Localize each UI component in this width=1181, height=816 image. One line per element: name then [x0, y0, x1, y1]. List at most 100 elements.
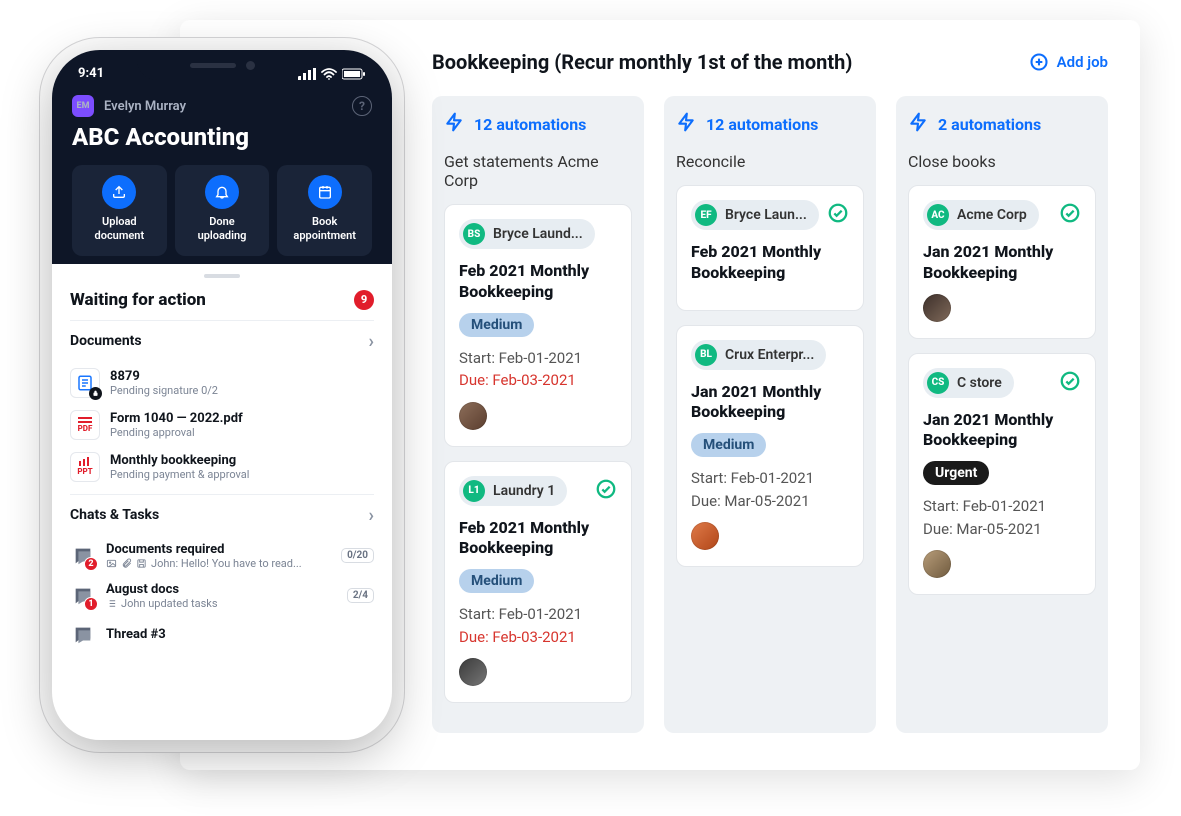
check-circle-icon [1059, 370, 1081, 396]
file-icon [70, 368, 100, 398]
action-bell[interactable]: Doneuploading [175, 165, 270, 256]
client-tag[interactable]: AC Acme Corp [923, 200, 1039, 230]
column-name: Get statements Acme Corp [444, 152, 632, 190]
kanban-column: 12 automations Reconcile EF Bryce Laun..… [664, 96, 876, 733]
client-chip: EF [695, 204, 717, 226]
phone-notch [137, 50, 307, 80]
client-name: C store [957, 375, 1002, 391]
action-upload[interactable]: Uploaddocument [72, 165, 167, 256]
start-date: Start: Feb-01-2021 [459, 603, 617, 626]
job-card[interactable]: BS Bryce Laund... Feb 2021 Monthly Bookk… [444, 204, 632, 447]
help-icon[interactable]: ? [352, 96, 372, 116]
add-job-button[interactable]: Add job [1029, 52, 1108, 72]
chat-title: Documents required [106, 542, 331, 557]
automations-label: 12 automations [474, 115, 586, 134]
phone-frame: 9:41 EM Evelyn Murray ? ABC Accounting U… [52, 50, 392, 740]
image-icon [106, 558, 117, 569]
bolt-icon [444, 112, 464, 136]
client-name: Bryce Laund... [493, 226, 583, 242]
page-title: Bookkeeping (Recur monthly 1st of the mo… [432, 50, 852, 74]
assignee-avatar[interactable] [923, 550, 951, 578]
kanban-column: 12 automations Get statements Acme Corp … [432, 96, 644, 733]
chats-title: Chats & Tasks [70, 507, 159, 523]
priority-badge: Urgent [923, 461, 989, 485]
client-name: Laundry 1 [493, 483, 555, 499]
chats-header[interactable]: Chats & Tasks › [70, 494, 374, 536]
org-title: ABC Accounting [72, 123, 372, 151]
column-name: Reconcile [676, 152, 864, 171]
card-title: Feb 2021 Monthly Bookkeeping [459, 518, 617, 560]
chevron-right-icon: › [369, 331, 374, 352]
waiting-title: Waiting for action [70, 290, 206, 310]
client-tag[interactable]: CS C store [923, 368, 1014, 398]
bell-icon [205, 175, 239, 209]
client-name: Bryce Laun... [725, 207, 807, 223]
check-circle-icon [595, 478, 617, 504]
chat-icon [70, 622, 96, 648]
job-card[interactable]: AC Acme Corp Jan 2021 Monthly Bookkeepin… [908, 185, 1096, 339]
assignee-avatar[interactable] [459, 658, 487, 686]
assignee-avatar[interactable] [691, 522, 719, 550]
documents-title: Documents [70, 333, 142, 349]
start-date: Start: Feb-01-2021 [459, 347, 617, 370]
automations-link[interactable]: 12 automations [444, 112, 632, 136]
battery-icon [342, 68, 366, 80]
save-icon [136, 558, 147, 569]
client-chip: AC [927, 204, 949, 226]
chat-icon: 2 [70, 543, 96, 569]
documents-header[interactable]: Documents › [70, 320, 374, 362]
card-title: Jan 2021 Monthly Bookkeeping [923, 410, 1081, 452]
task-count-pill: 0/20 [341, 548, 374, 563]
client-chip: BS [463, 223, 485, 245]
chat-row[interactable]: Thread #3 [70, 616, 374, 654]
automations-label: 2 automations [938, 115, 1041, 134]
upload-icon [102, 175, 136, 209]
doc-status: Pending payment & approval [110, 468, 374, 481]
list-icon [106, 598, 117, 609]
due-date: Due: Mar-05-2021 [923, 518, 1081, 541]
column-name: Close books [908, 152, 1096, 171]
document-row[interactable]: PDF Form 1040 — 2022.pdfPending approval [70, 404, 374, 446]
card-title: Feb 2021 Monthly Bookkeeping [691, 242, 849, 284]
waiting-count-badge: 9 [354, 290, 374, 310]
job-card[interactable]: EF Bryce Laun... Feb 2021 Monthly Bookke… [676, 185, 864, 311]
user-name: Evelyn Murray [104, 99, 186, 114]
task-count-pill: 2/4 [347, 588, 374, 603]
due-date: Due: Mar-05-2021 [691, 490, 849, 513]
check-circle-icon [1059, 202, 1081, 228]
attachment-icon [121, 558, 132, 569]
user-avatar[interactable]: EM [72, 95, 94, 117]
add-job-label: Add job [1057, 53, 1108, 71]
file-icon: PDF [70, 410, 100, 440]
document-row[interactable]: PPT Monthly bookkeepingPending payment &… [70, 446, 374, 488]
chat-icon: 1 [70, 583, 96, 609]
client-name: Crux Enterpr... [725, 347, 814, 363]
automations-link[interactable]: 2 automations [908, 112, 1096, 136]
sheet-handle[interactable] [204, 274, 240, 278]
client-tag[interactable]: EF Bryce Laun... [691, 200, 819, 230]
clock: 9:41 [78, 66, 104, 81]
job-card[interactable]: CS C store Jan 2021 Monthly Bookkeeping U… [908, 353, 1096, 596]
action-calendar[interactable]: Bookappointment [277, 165, 372, 256]
unread-dot: 2 [84, 557, 98, 571]
automations-link[interactable]: 12 automations [676, 112, 864, 136]
chat-row[interactable]: 1 August docs John updated tasks 2/4 [70, 576, 374, 616]
client-chip: CS [927, 372, 949, 394]
bolt-icon [908, 112, 928, 136]
doc-status: Pending approval [110, 426, 374, 439]
job-card[interactable]: L1 Laundry 1 Feb 2021 Monthly Bookkeepin… [444, 461, 632, 704]
priority-badge: Medium [691, 433, 766, 457]
doc-status: Pending signature 0/2 [110, 384, 374, 397]
chat-meta: John updated tasks [106, 597, 337, 610]
document-row[interactable]: 8879Pending signature 0/2 [70, 362, 374, 404]
lock-icon [89, 387, 102, 400]
client-tag[interactable]: L1 Laundry 1 [459, 476, 567, 506]
assignee-avatar[interactable] [923, 294, 951, 322]
chat-row[interactable]: 2 Documents required John: Hello! You ha… [70, 536, 374, 576]
job-card[interactable]: BL Crux Enterpr... Jan 2021 Monthly Book… [676, 325, 864, 568]
plus-circle-icon [1029, 52, 1049, 72]
bolt-icon [676, 112, 696, 136]
client-tag[interactable]: BS Bryce Laund... [459, 219, 595, 249]
client-tag[interactable]: BL Crux Enterpr... [691, 340, 826, 370]
assignee-avatar[interactable] [459, 402, 487, 430]
